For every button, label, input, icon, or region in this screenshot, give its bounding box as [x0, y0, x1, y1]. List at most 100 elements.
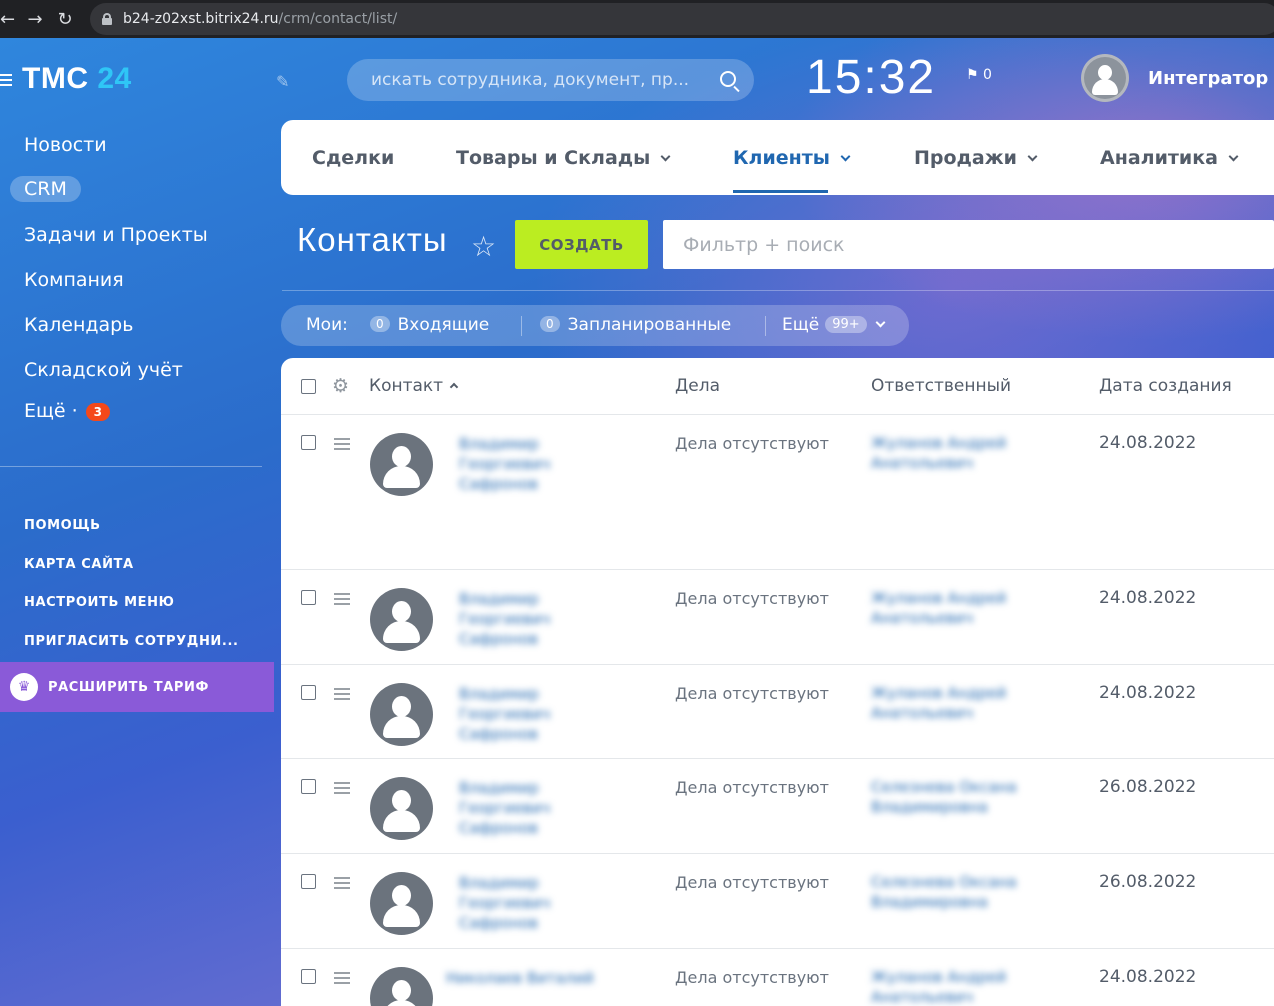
user-name[interactable]: Интегратор I — [1148, 68, 1274, 89]
tab-label: Продажи — [914, 147, 1017, 169]
logo-text: ТМС — [22, 62, 89, 95]
drag-handle-icon[interactable] — [334, 782, 350, 797]
contact-name[interactable]: Николаев Виталий — [446, 968, 594, 988]
activity-status: Дела отсутствуют — [675, 589, 829, 608]
chevron-down-icon — [840, 151, 851, 162]
separator — [521, 316, 522, 336]
upgrade-plan-button[interactable]: ♛ РАСШИРИТЬ ТАРИФ — [0, 662, 274, 712]
edit-pencil-icon[interactable]: ✎ — [276, 72, 289, 91]
row-checkbox[interactable] — [301, 435, 316, 450]
tab-sales[interactable]: Продажи — [914, 147, 1038, 169]
filter-search-input[interactable]: Фильтр + поиск — [663, 220, 1274, 269]
menu-hamburger-icon[interactable] — [0, 74, 12, 89]
search-icon[interactable] — [720, 71, 736, 87]
avatar — [370, 433, 433, 496]
create-button[interactable]: СОЗДАТЬ — [515, 220, 648, 269]
tab-products[interactable]: Товары и Склады — [456, 147, 671, 169]
contacts-grid: ⚙ Контакт Дела Ответственный Дата создан… — [281, 358, 1274, 1006]
tab-deals[interactable]: Сделки — [312, 147, 394, 169]
responsible-person[interactable]: Жуланов Андрей Анатольевич — [871, 967, 1006, 1006]
drag-handle-icon[interactable] — [334, 877, 350, 892]
crown-icon: ♛ — [10, 673, 38, 701]
row-checkbox[interactable] — [301, 779, 316, 794]
counters-mine-label: Мои: — [306, 315, 348, 335]
counter-more[interactable]: Ещё 99+ — [782, 315, 886, 335]
counter-incoming[interactable]: 0 Входящие — [370, 315, 489, 335]
contact-name[interactable]: Владимир Георгиевич Сафронов — [459, 434, 550, 494]
select-all-checkbox[interactable] — [301, 379, 316, 394]
sort-up-icon — [449, 382, 459, 392]
contact-name[interactable]: Владимир Георгиевич Сафронов — [459, 589, 550, 649]
table-row[interactable]: Владимир Георгиевич Сафронов Дела отсутств… — [281, 415, 1274, 570]
counter-badge: 0 — [540, 316, 560, 332]
logo-number: 24 — [97, 62, 132, 95]
drag-handle-icon[interactable] — [334, 688, 350, 703]
sidebar-link-configure-menu[interactable]: НАСТРОИТЬ МЕНЮ — [24, 595, 174, 610]
tab-analytics[interactable]: Аналитика — [1100, 147, 1239, 169]
sidebar-more-label: Ещё · — [24, 400, 78, 422]
counter-planned[interactable]: 0 Запланированные — [540, 315, 731, 335]
table-row[interactable]: Владимир Георгиевич Сафронов Дела отсутств… — [281, 570, 1274, 665]
counter-badge: 0 — [370, 316, 390, 332]
sidebar-link-help[interactable]: ПОМОЩЬ — [24, 518, 101, 533]
table-row[interactable]: Владимир Георгиевич Сафронов Дела отсутств… — [281, 759, 1274, 854]
tab-label: Клиенты — [733, 147, 830, 169]
gear-icon[interactable]: ⚙ — [332, 375, 349, 397]
avatar — [370, 683, 433, 746]
sidebar-item-crm[interactable]: CRM — [10, 176, 81, 202]
back-arrow-icon[interactable]: ← — [0, 0, 15, 38]
column-created[interactable]: Дата создания — [1099, 376, 1232, 396]
created-date: 24.08.2022 — [1099, 588, 1197, 608]
drag-handle-icon[interactable] — [334, 438, 350, 453]
table-row[interactable]: Владимир Георгиевич Сафронов Дела отсутств… — [281, 665, 1274, 759]
clock[interactable]: 15:32 — [806, 50, 936, 105]
contact-name[interactable]: Владимир Георгиевич Сафронов — [459, 778, 550, 838]
activity-status: Дела отсутствуют — [675, 968, 829, 987]
row-checkbox[interactable] — [301, 874, 316, 889]
row-checkbox[interactable] — [301, 969, 316, 984]
contact-name[interactable]: Владимир Георгиевич Сафронов — [459, 684, 550, 744]
counter-label: Входящие — [397, 315, 490, 335]
sidebar-link-invite[interactable]: ПРИГЛАСИТЬ СОТРУДНИ... — [24, 634, 239, 649]
table-row[interactable]: Владимир Георгиевич Сафронов Дела отсутств… — [281, 854, 1274, 949]
sidebar-item-calendar[interactable]: Календарь — [24, 314, 133, 336]
activity-status: Дела отсутствуют — [675, 684, 829, 703]
reload-icon[interactable]: ↻ — [50, 0, 80, 38]
sidebar-item-news[interactable]: Новости — [24, 134, 107, 156]
global-search-input[interactable]: искать сотрудника, документ, пр... — [347, 59, 754, 101]
responsible-person[interactable]: Селезнева Оксана Владимировна — [871, 872, 1017, 912]
responsible-person[interactable]: Жуланов Андрей Анатольевич — [871, 683, 1006, 723]
user-avatar[interactable] — [1081, 54, 1129, 102]
contact-name[interactable]: Владимир Георгиевич Сафронов — [459, 873, 550, 933]
sidebar-item-warehouse[interactable]: Складской учёт — [24, 359, 183, 381]
star-icon[interactable]: ☆ — [471, 230, 496, 263]
chevron-down-icon — [660, 151, 671, 162]
column-responsible[interactable]: Ответственный — [871, 376, 1011, 396]
chevron-down-icon — [1228, 151, 1239, 162]
flag-counter[interactable]: ⚑ 0 — [966, 67, 992, 83]
activity-status: Дела отсутствуют — [675, 434, 829, 453]
address-bar[interactable]: b24-z02xst.bitrix24.ru/crm/contact/list/ — [90, 3, 1274, 35]
row-checkbox[interactable] — [301, 685, 316, 700]
sidebar-divider — [0, 466, 262, 467]
responsible-person[interactable]: Жуланов Андрей Анатольевич — [871, 433, 1006, 473]
forward-arrow-icon[interactable]: → — [20, 0, 50, 38]
sidebar-link-sitemap[interactable]: КАРТА САЙТА — [24, 557, 134, 572]
column-contact[interactable]: Контакт — [369, 376, 459, 396]
drag-handle-icon[interactable] — [334, 593, 350, 608]
responsible-person[interactable]: Селезнева Оксана Владимировна — [871, 777, 1017, 817]
created-date: 26.08.2022 — [1099, 777, 1197, 797]
created-date: 26.08.2022 — [1099, 872, 1197, 892]
row-checkbox[interactable] — [301, 590, 316, 605]
drag-handle-icon[interactable] — [334, 972, 350, 987]
company-logo[interactable]: ТМС 24 — [22, 62, 132, 96]
sidebar-item-more[interactable]: Ещё · 3 — [24, 400, 111, 422]
sidebar-item-company[interactable]: Компания — [24, 269, 124, 291]
responsible-person[interactable]: Жуланов Андрей Анатольевич — [871, 588, 1006, 628]
tab-clients[interactable]: Клиенты — [733, 147, 851, 169]
avatar — [370, 777, 433, 840]
table-row[interactable]: Николаев Виталий Дела отсутствуют Жулано… — [281, 949, 1274, 1006]
counters-bar: Мои: 0 Входящие 0 Запланированные Ещё 99+ — [281, 305, 909, 346]
column-activities[interactable]: Дела — [675, 376, 720, 396]
sidebar-item-tasks[interactable]: Задачи и Проекты — [24, 224, 208, 246]
